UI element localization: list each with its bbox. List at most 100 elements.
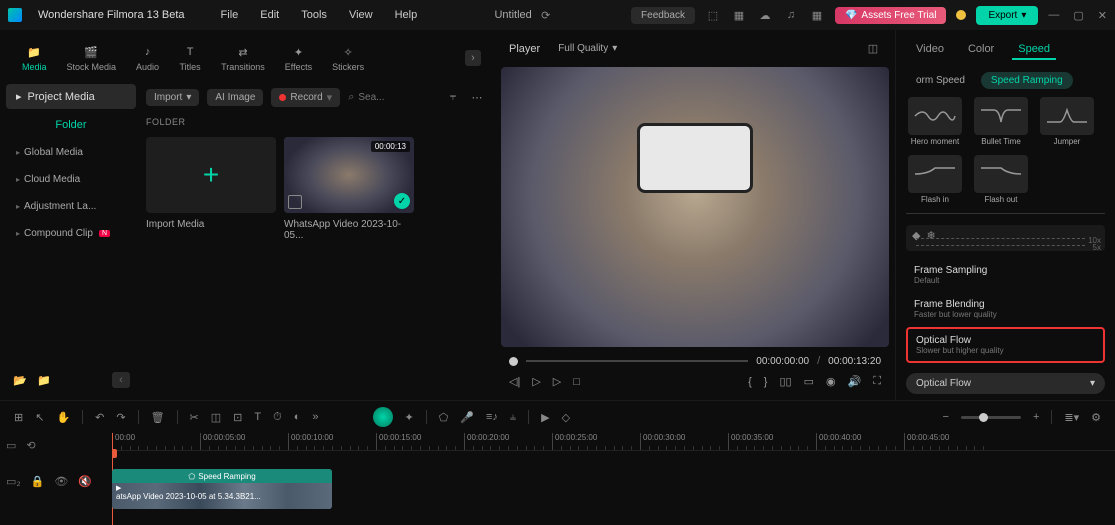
- timeline-ruler[interactable]: 00:0000:00:05:0000:00:10:0000:00:15:0000…: [112, 433, 1115, 451]
- keyframe-tool-icon[interactable]: ◇: [562, 411, 570, 424]
- sidebar-item-compound[interactable]: ▸Compound ClipN: [6, 222, 136, 245]
- redo-icon[interactable]: ↷: [116, 411, 125, 424]
- maximize-icon[interactable]: ▢: [1073, 9, 1083, 22]
- link-icon[interactable]: ⟲: [26, 439, 35, 452]
- undo-icon[interactable]: ↶: [95, 411, 104, 424]
- panel-icon[interactable]: ▦: [731, 7, 747, 23]
- stop-icon[interactable]: □: [573, 376, 580, 388]
- media-clip-tile[interactable]: 00:00:13 ✓ WhatsApp Video 2023-10-05...: [284, 137, 414, 241]
- tabs-more-icon[interactable]: ›: [465, 50, 481, 66]
- scrub-track[interactable]: [526, 360, 748, 362]
- next-icon[interactable]: ▷: [553, 375, 561, 388]
- tab-speed[interactable]: Speed: [1012, 40, 1056, 60]
- camera-icon[interactable]: ◉: [826, 375, 836, 388]
- menu-help[interactable]: Help: [395, 9, 418, 21]
- effects-icon[interactable]: ✦: [405, 411, 414, 424]
- video-preview[interactable]: [501, 67, 889, 347]
- prev-frame-icon[interactable]: ◁|: [509, 375, 520, 388]
- audio-sync-icon[interactable]: ≡♪: [486, 411, 498, 423]
- snapshot-icon[interactable]: ◫: [865, 41, 881, 57]
- group-icon[interactable]: ⊡: [233, 411, 242, 424]
- delete-icon[interactable]: 🗑: [151, 411, 165, 424]
- track-video-icon[interactable]: ▭₂: [6, 475, 21, 488]
- collapse-icon[interactable]: ‹: [112, 372, 130, 388]
- folder-label[interactable]: Folder: [6, 113, 136, 137]
- mic-icon[interactable]: 🎤: [460, 411, 474, 424]
- tab-titles[interactable]: TTitles: [171, 40, 209, 76]
- display-icon[interactable]: ▭: [804, 375, 814, 388]
- sidebar-item-adjustment[interactable]: ▸Adjustment La...: [6, 195, 136, 218]
- sidebar-item-cloud[interactable]: ▸Cloud Media: [6, 168, 136, 191]
- speed-icon[interactable]: ⏱: [273, 411, 282, 424]
- zoom-out-icon[interactable]: −: [943, 411, 949, 423]
- snowflake-icon[interactable]: ❄: [926, 229, 935, 242]
- assets-trial-button[interactable]: 💎 Assets Free Trial: [835, 7, 946, 24]
- render-icon[interactable]: ▶: [541, 411, 549, 424]
- fullscreen-icon[interactable]: ⛶: [873, 375, 881, 388]
- import-media-tile[interactable]: + Import Media: [146, 137, 276, 241]
- keyframe-icon[interactable]: ◆: [912, 229, 920, 242]
- mark-out-icon[interactable]: }: [764, 376, 768, 388]
- preset-jumper[interactable]: Jumper: [1038, 97, 1096, 147]
- tab-media[interactable]: 📁Media: [14, 40, 55, 76]
- tab-stickers[interactable]: ✧Stickers: [324, 40, 372, 76]
- project-media-button[interactable]: ▸Project Media: [6, 84, 136, 109]
- split-icon[interactable]: ✂: [190, 411, 199, 424]
- preset-bullet[interactable]: Bullet Time: [972, 97, 1030, 147]
- ai-image-button[interactable]: AI Image: [207, 89, 263, 106]
- headset-icon[interactable]: ♫: [783, 7, 799, 23]
- more-icon[interactable]: ⋯: [469, 90, 485, 106]
- cloud-icon[interactable]: ☁: [757, 7, 773, 23]
- ai-button[interactable]: [373, 407, 393, 427]
- grid-icon[interactable]: ▦: [809, 7, 825, 23]
- quality-dropdown[interactable]: Full Quality ▾: [550, 40, 625, 57]
- settings-icon[interactable]: ⚙: [1091, 411, 1101, 424]
- menu-view[interactable]: View: [349, 9, 373, 21]
- import-dropdown[interactable]: Import ▾: [146, 89, 199, 106]
- tab-audio[interactable]: ♪Audio: [128, 40, 167, 76]
- mute-icon[interactable]: 🔇: [78, 475, 92, 488]
- folder-add-icon[interactable]: 📁: [36, 372, 52, 388]
- option-frame-blending[interactable]: Frame BlendingFaster but lower quality: [906, 293, 1105, 325]
- hand-icon[interactable]: ✋: [56, 411, 70, 424]
- option-optical-flow[interactable]: Optical FlowSlower but higher quality: [906, 327, 1105, 363]
- marker-icon[interactable]: ⬠: [439, 411, 449, 424]
- device-icon[interactable]: ⬚: [705, 7, 721, 23]
- preset-flashout[interactable]: Flash out: [972, 155, 1030, 205]
- mixer-icon[interactable]: ⫨: [510, 411, 516, 424]
- timeline-tracks[interactable]: 00:0000:00:05:0000:00:10:0000:00:15:0000…: [112, 433, 1115, 525]
- folder-open-icon[interactable]: 📂: [12, 372, 28, 388]
- speed-ramping-button[interactable]: Speed Ramping: [981, 72, 1073, 89]
- timeline-clip[interactable]: ⬠Speed Ramping ▶atsApp Video 2023-10-05 …: [112, 469, 332, 509]
- color-icon[interactable]: ◐: [294, 411, 301, 423]
- menu-file[interactable]: File: [221, 9, 239, 21]
- menu-tools[interactable]: Tools: [301, 9, 327, 21]
- lock-icon[interactable]: 🔒: [31, 475, 45, 488]
- export-button[interactable]: Export ▾: [976, 6, 1038, 25]
- eye-icon[interactable]: 👁: [54, 475, 68, 488]
- close-icon[interactable]: ✕: [1098, 9, 1107, 22]
- preset-hero[interactable]: Hero moment: [906, 97, 964, 147]
- tab-stock[interactable]: 🎬Stock Media: [59, 40, 125, 76]
- speed-graph[interactable]: ◆❄ 10x 5x: [906, 225, 1105, 251]
- volume-icon[interactable]: 🔊: [848, 375, 862, 388]
- tab-transitions[interactable]: ⇄Transitions: [213, 40, 273, 76]
- more-tools-icon[interactable]: »: [312, 411, 318, 423]
- play-icon[interactable]: ▷: [532, 375, 540, 388]
- tab-color[interactable]: Color: [962, 40, 1000, 60]
- sidebar-item-global[interactable]: ▸Global Media: [6, 141, 136, 164]
- interpolation-dropdown[interactable]: Optical Flow▾: [906, 373, 1105, 394]
- tab-video[interactable]: Video: [910, 40, 950, 60]
- crop-tool-icon[interactable]: ◫: [211, 411, 221, 424]
- uniform-speed-button[interactable]: orm Speed: [906, 72, 975, 89]
- project-title[interactable]: Untitled: [494, 9, 531, 21]
- record-dropdown[interactable]: Record▾: [271, 88, 340, 107]
- track-add-icon[interactable]: ▭: [6, 439, 16, 452]
- menu-edit[interactable]: Edit: [260, 9, 279, 21]
- pointer-icon[interactable]: ↖: [35, 411, 44, 424]
- view-mode-icon[interactable]: ≣▾: [1064, 411, 1079, 424]
- history-icon[interactable]: ⟳: [538, 7, 554, 23]
- zoom-in-icon[interactable]: +: [1033, 411, 1039, 423]
- mark-in-icon[interactable]: {: [748, 376, 752, 388]
- user-avatar[interactable]: [956, 10, 966, 20]
